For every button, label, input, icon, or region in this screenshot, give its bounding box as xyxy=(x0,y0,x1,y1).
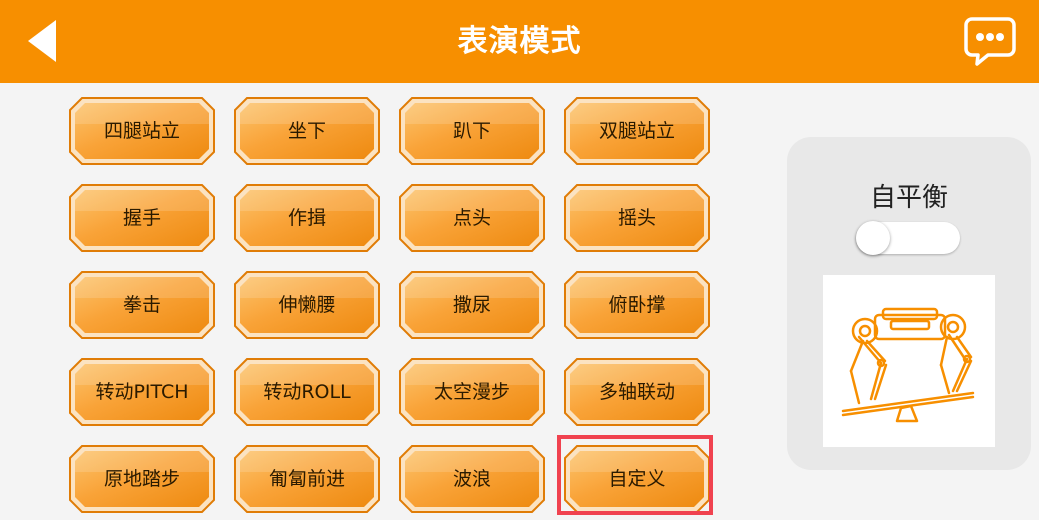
action-button[interactable]: 握手 xyxy=(68,183,216,253)
action-button[interactable]: 太空漫步 xyxy=(398,357,546,427)
action-button[interactable]: 作揖 xyxy=(233,183,381,253)
chat-bubble-icon xyxy=(964,17,1016,66)
action-button-label: 转动PITCH xyxy=(95,381,189,403)
page-title: 表演模式 xyxy=(457,24,582,59)
balance-title: 自平衡 xyxy=(869,183,948,213)
robot-dog-balance-icon xyxy=(823,275,995,447)
action-button-label: 俯卧撑 xyxy=(608,294,666,316)
action-button-label: 拳击 xyxy=(122,294,161,316)
action-button[interactable]: 转动ROLL xyxy=(233,357,381,427)
action-button-label: 波浪 xyxy=(452,468,491,490)
action-button[interactable]: 拳击 xyxy=(68,270,216,340)
action-button[interactable]: 四腿站立 xyxy=(68,96,216,166)
action-button[interactable]: 匍匐前进 xyxy=(233,444,381,514)
action-button-label: 四腿站立 xyxy=(103,120,180,142)
action-button[interactable]: 摇头 xyxy=(563,183,711,253)
action-button-label: 趴下 xyxy=(452,120,491,142)
balance-toggle[interactable] xyxy=(856,221,960,255)
action-button-label: 坐下 xyxy=(287,120,326,142)
action-button[interactable]: 伸懒腰 xyxy=(233,270,381,340)
action-button-label: 自定义 xyxy=(608,468,666,490)
action-button-label: 转动ROLL xyxy=(263,381,351,403)
action-button-label: 伸懒腰 xyxy=(278,294,336,316)
action-button-label: 撒尿 xyxy=(452,294,491,316)
action-button-label: 多轴联动 xyxy=(598,381,675,403)
action-button[interactable]: 波浪 xyxy=(398,444,546,514)
balance-panel: 自平衡 xyxy=(787,137,1031,470)
action-button[interactable]: 撒尿 xyxy=(398,270,546,340)
action-button-label: 双腿站立 xyxy=(598,120,675,142)
action-button-label: 原地踏步 xyxy=(103,468,180,490)
action-button-label: 作揖 xyxy=(287,207,326,229)
chat-button[interactable] xyxy=(964,16,1016,66)
action-button[interactable]: 趴下 xyxy=(398,96,546,166)
toggle-knob xyxy=(856,221,890,255)
action-button[interactable]: 双腿站立 xyxy=(563,96,711,166)
action-button[interactable]: 俯卧撑 xyxy=(563,270,711,340)
action-button[interactable]: 多轴联动 xyxy=(563,357,711,427)
action-button-label: 匍匐前进 xyxy=(268,468,345,490)
action-button[interactable]: 点头 xyxy=(398,183,546,253)
action-button-label: 摇头 xyxy=(617,207,656,229)
action-button[interactable]: 自定义 xyxy=(563,444,711,514)
action-button-label: 点头 xyxy=(452,207,491,229)
action-button[interactable]: 转动PITCH xyxy=(68,357,216,427)
top-bar: 表演模式 xyxy=(0,0,1039,83)
action-button-label: 握手 xyxy=(122,207,161,229)
action-button-label: 太空漫步 xyxy=(433,381,510,403)
action-button[interactable]: 坐下 xyxy=(233,96,381,166)
action-button[interactable]: 原地踏步 xyxy=(68,444,216,514)
action-grid: 四腿站立 坐下 趴下 双腿站立握手 作揖 点头 摇头拳击 伸懒腰 撒尿 俯卧撑转动PITCH 转动R… xyxy=(68,96,711,514)
